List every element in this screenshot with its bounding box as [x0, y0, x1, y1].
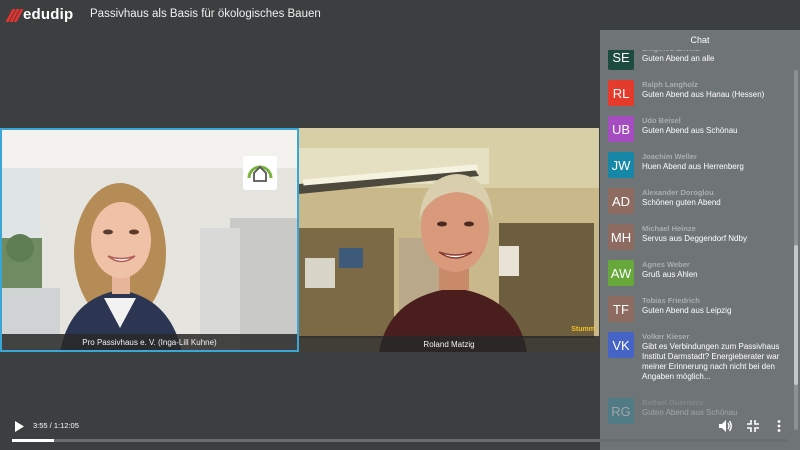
- video-tile-participant[interactable]: Stumm Roland Matzig: [299, 128, 599, 352]
- chat-author: Tobias Friedrich: [642, 296, 700, 305]
- avatar: TF: [608, 296, 634, 322]
- avatar: UB: [608, 116, 634, 142]
- avatar: VK: [608, 332, 634, 358]
- video-tile-label: Roland Matzig: [299, 336, 599, 352]
- avatar: AD: [608, 188, 634, 214]
- chat-text: Huen Abend aus Herrenberg: [642, 162, 744, 171]
- chat-title: Chat: [600, 30, 800, 50]
- chat-message: AD Alexander Doroglou Schönen guten Abend: [600, 185, 792, 221]
- video-stage: Pro Passivhaus e. V. (Inga-Lill Kuhne) S…: [0, 30, 600, 410]
- chat-message: VK Volker Kieser Gibt es Verbindungen zum…: [600, 329, 792, 395]
- participant-video-feed: [299, 128, 599, 352]
- play-icon: [15, 420, 24, 432]
- chat-scrollbar-thumb[interactable]: [794, 245, 798, 385]
- passivhaus-logo-icon: [243, 156, 277, 190]
- chat-author: Alexander Doroglou: [642, 188, 714, 197]
- chat-message-list[interactable]: SE Siegfried EiwiliaGuten Abend an alle …: [600, 40, 792, 431]
- chat-message: MH Michael Heinze Servus aus Deggendorf N…: [600, 221, 792, 257]
- chat-panel: SE Siegfried EiwiliaGuten Abend an alle …: [600, 30, 800, 450]
- muted-tag: Stumm: [571, 326, 595, 333]
- chat-author: Joachim Weller: [642, 152, 697, 161]
- chat-scrollbar[interactable]: [794, 70, 798, 430]
- more-vert-icon: [777, 420, 781, 432]
- chat-text: Guten Abend aus Leipzig: [642, 306, 732, 315]
- video-tile-label: Pro Passivhaus e. V. (Inga-Lill Kuhne): [2, 334, 297, 350]
- fullscreen-exit-icon: [747, 420, 759, 432]
- playback-time: 3:55 / 1:12:05: [33, 421, 79, 430]
- chat-text: Gibt es Verbindungen zum Passivhaus Inst…: [642, 342, 780, 381]
- progress-fill: [12, 439, 54, 442]
- chat-author: Agnes Weber: [642, 260, 690, 269]
- chat-text: Guten Abend aus Schönau: [642, 126, 738, 135]
- play-button[interactable]: [12, 419, 26, 433]
- more-options-button[interactable]: [774, 419, 784, 433]
- logo-mark-icon: [5, 8, 24, 22]
- exit-fullscreen-button[interactable]: [745, 419, 761, 433]
- chat-author: Ralph Langholz: [642, 80, 698, 89]
- chat-author: Udo Beisel: [642, 116, 681, 125]
- chat-text: Schönen guten Abend: [642, 198, 721, 207]
- volume-icon: [719, 420, 732, 432]
- chat-author: Michael Heinze: [642, 224, 696, 233]
- chat-message: AW Agnes Weber Gruß aus Ahlen: [600, 257, 792, 293]
- chat-author: Volker Kieser: [642, 332, 690, 341]
- chat-message: JW Joachim Weller Huen Abend aus Herrenbe…: [600, 149, 792, 185]
- video-tile-presenter[interactable]: Pro Passivhaus e. V. (Inga-Lill Kuhne): [0, 128, 299, 352]
- chat-text: Servus aus Deggendorf Ndby: [642, 234, 747, 243]
- avatar: JW: [608, 152, 634, 178]
- avatar: AW: [608, 260, 634, 286]
- edudip-logo[interactable]: edudip: [5, 6, 74, 23]
- logo-text: edudip: [23, 6, 74, 23]
- top-bar: edudip Passivhaus als Basis für ökologis…: [0, 0, 800, 30]
- progress-bar[interactable]: [12, 439, 787, 442]
- chat-message: UB Udo Beisel Guten Abend aus Schönau: [600, 113, 792, 149]
- volume-button[interactable]: [718, 419, 734, 433]
- avatar: RL: [608, 80, 634, 106]
- player-controls: 3:55 / 1:12:05: [0, 410, 800, 450]
- chat-text: Gruß aus Ahlen: [642, 270, 698, 279]
- chat-message: TF Tobias Friedrich Guten Abend aus Leipz…: [600, 293, 792, 329]
- chat-text: Guten Abend aus Hanau (Hessen): [642, 90, 765, 99]
- chat-text: Guten Abend an alle: [642, 54, 715, 63]
- chat-message: RL Ralph Langholz Guten Abend aus Hanau (…: [600, 77, 792, 113]
- session-title: Passivhaus als Basis für ökologisches Ba…: [90, 8, 321, 20]
- avatar: MH: [608, 224, 634, 250]
- chat-author: Raffael Guerriero: [642, 398, 704, 407]
